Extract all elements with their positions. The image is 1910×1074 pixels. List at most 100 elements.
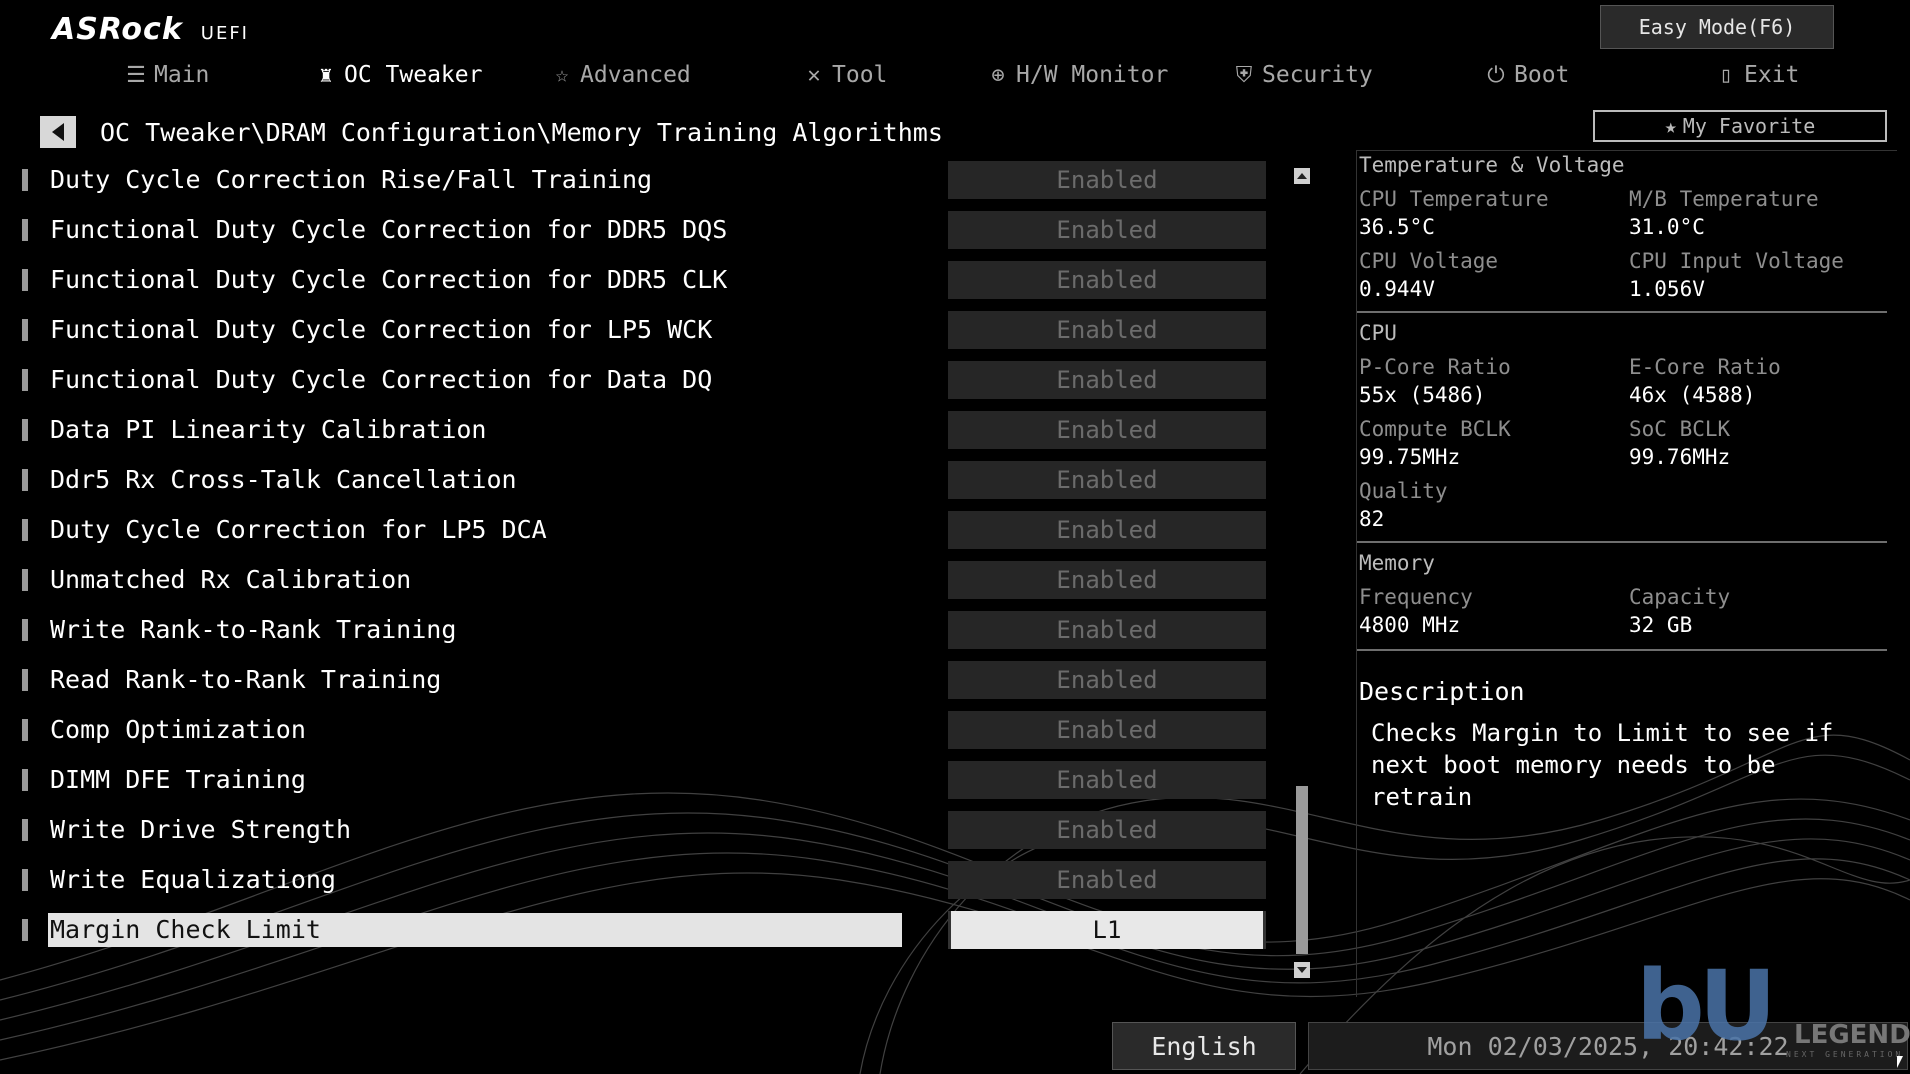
pcore-ratio-value: 55x (5486) — [1359, 383, 1486, 407]
row-grip — [22, 519, 28, 541]
tab-advanced[interactable]: ☆ Advanced — [550, 56, 691, 94]
setting-label: Duty Cycle Correction Rise/Fall Training — [50, 165, 653, 194]
my-favorite-button[interactable]: ★ My Favorite — [1593, 110, 1887, 142]
setting-label: Read Rank-to-Rank Training — [50, 665, 442, 694]
setting-row[interactable]: Write Drive Strength Enabled — [0, 808, 1280, 852]
row-grip — [22, 269, 28, 291]
setting-row[interactable]: Unmatched Rx Calibration Enabled — [0, 558, 1280, 602]
temp-voltage-title: Temperature & Voltage — [1359, 153, 1625, 177]
setting-row[interactable]: Duty Cycle Correction Rise/Fall Training… — [0, 158, 1280, 202]
setting-label: Data PI Linearity Calibration — [50, 415, 487, 444]
divider — [1357, 649, 1887, 651]
setting-value[interactable]: Enabled — [948, 711, 1266, 749]
door-exit-icon: ▯ — [1719, 62, 1733, 88]
scroll-down-button[interactable] — [1294, 962, 1310, 978]
back-arrow-icon — [52, 123, 64, 141]
setting-row[interactable]: Read Rank-to-Rank Training Enabled — [0, 658, 1280, 702]
row-grip — [22, 369, 28, 391]
setting-value[interactable]: Enabled — [948, 511, 1266, 549]
back-button[interactable] — [40, 116, 76, 148]
arrow-down-icon — [1297, 967, 1307, 973]
cpu-temp-value: 36.5°C — [1359, 215, 1435, 239]
setting-value[interactable]: Enabled — [948, 661, 1266, 699]
compute-bclk-label: Compute BCLK — [1359, 417, 1511, 441]
tab-tool[interactable]: ✕ Tool — [802, 56, 887, 94]
power-icon: ⏻ — [1487, 62, 1505, 88]
setting-value[interactable]: Enabled — [948, 411, 1266, 449]
setting-value[interactable]: Enabled — [948, 611, 1266, 649]
setting-row[interactable]: Data PI Linearity Calibration Enabled — [0, 408, 1280, 452]
setting-value[interactable]: Enabled — [948, 161, 1266, 199]
ecore-ratio-label: E-Core Ratio — [1629, 355, 1781, 379]
language-button[interactable]: English — [1112, 1022, 1296, 1070]
arrow-up-icon — [1297, 173, 1307, 179]
tab-label: Advanced — [580, 62, 691, 88]
setting-value[interactable]: Enabled — [948, 311, 1266, 349]
scroll-up-button[interactable] — [1294, 168, 1310, 184]
frequency-value: 4800 MHz — [1359, 613, 1461, 637]
star-filled-icon: ★ — [1664, 114, 1677, 138]
setting-row[interactable]: Functional Duty Cycle Correction for Dat… — [0, 358, 1280, 402]
setting-label: Functional Duty Cycle Correction for Dat… — [50, 365, 713, 394]
cpu-input-voltage-label: CPU Input Voltage — [1629, 249, 1844, 273]
description-title: Description — [1359, 677, 1525, 706]
setting-row[interactable]: Comp Optimization Enabled — [0, 708, 1280, 752]
tab-label: Boot — [1514, 62, 1570, 88]
list-icon: ☰ — [126, 62, 146, 88]
mb-temp-label: M/B Temperature — [1629, 187, 1819, 211]
tab-oc-tweaker[interactable]: ♜ OC Tweaker — [314, 56, 482, 94]
row-grip — [22, 669, 28, 691]
setting-row[interactable]: Functional Duty Cycle Correction for DDR… — [0, 208, 1280, 252]
tab-label: Tool — [832, 62, 888, 88]
my-favorite-label: My Favorite — [1682, 114, 1816, 138]
divider — [1357, 311, 1887, 313]
setting-row[interactable]: Write Equalizationg Enabled — [0, 858, 1280, 902]
watermark-letters: bU — [1636, 950, 1777, 1062]
setting-label: Write Rank-to-Rank Training — [50, 615, 457, 644]
tab-security[interactable]: ⛨ Security — [1232, 56, 1373, 94]
main-nav: ☰ Main ♜ OC Tweaker ☆ Advanced ✕ Tool ⊕ … — [0, 56, 1910, 96]
row-grip — [22, 619, 28, 641]
setting-value[interactable]: Enabled — [948, 211, 1266, 249]
watermark-logo: bU LEGEND NEXT GENERATION — [1636, 950, 1910, 1062]
setting-row[interactable]: Functional Duty Cycle Correction for DDR… — [0, 258, 1280, 302]
setting-row[interactable]: Ddr5 Rx Cross-Talk Cancellation Enabled — [0, 458, 1280, 502]
setting-row[interactable]: Write Rank-to-Rank Training Enabled — [0, 608, 1280, 652]
setting-label: Write Equalizationg — [50, 865, 336, 894]
row-grip — [22, 319, 28, 341]
setting-value[interactable]: Enabled — [948, 361, 1266, 399]
tab-hw-monitor[interactable]: ⊕ H/W Monitor — [986, 56, 1168, 94]
cpu-input-voltage-value: 1.056V — [1629, 277, 1705, 301]
setting-value[interactable]: Enabled — [948, 561, 1266, 599]
setting-value[interactable]: Enabled — [948, 761, 1266, 799]
scroll-thumb[interactable] — [1296, 786, 1308, 954]
setting-value[interactable]: Enabled — [948, 861, 1266, 899]
ecore-ratio-value: 46x (4588) — [1629, 383, 1756, 407]
setting-value[interactable]: Enabled — [948, 811, 1266, 849]
row-grip — [22, 719, 28, 741]
quality-value: 82 — [1359, 507, 1385, 531]
setting-row[interactable]: Functional Duty Cycle Correction for LP5… — [0, 308, 1280, 352]
description-text: Checks Margin to Limit to see if next bo… — [1371, 719, 1834, 811]
setting-value[interactable]: Enabled — [948, 461, 1266, 499]
memory-section-title: Memory — [1359, 551, 1435, 575]
setting-label: Ddr5 Rx Cross-Talk Cancellation — [50, 465, 517, 494]
tab-label: Exit — [1744, 62, 1800, 88]
tab-main[interactable]: ☰ Main — [124, 56, 209, 94]
row-grip — [22, 569, 28, 591]
shield-icon: ⛨ — [1235, 62, 1253, 88]
easy-mode-button[interactable]: Easy Mode(F6) — [1600, 5, 1834, 49]
setting-row[interactable]: DIMM DFE Training Enabled — [0, 758, 1280, 802]
setting-label: Write Drive Strength — [50, 815, 352, 844]
settings-scrollbar[interactable] — [1294, 168, 1310, 980]
setting-value[interactable]: L1 — [948, 911, 1266, 949]
setting-row[interactable]: Duty Cycle Correction for LP5 DCA Enabled — [0, 508, 1280, 552]
setting-label: Functional Duty Cycle Correction for DDR… — [50, 265, 728, 294]
setting-row-selected[interactable]: Margin Check Limit L1 — [0, 908, 1280, 952]
cpu-temp-label: CPU Temperature — [1359, 187, 1549, 211]
tab-exit[interactable]: ▯ Exit — [1714, 56, 1799, 94]
setting-value[interactable]: Enabled — [948, 261, 1266, 299]
logo-sub-text: UEFI — [200, 23, 249, 44]
capacity-label: Capacity — [1629, 585, 1731, 609]
tab-boot[interactable]: ⏻ Boot — [1484, 56, 1569, 94]
